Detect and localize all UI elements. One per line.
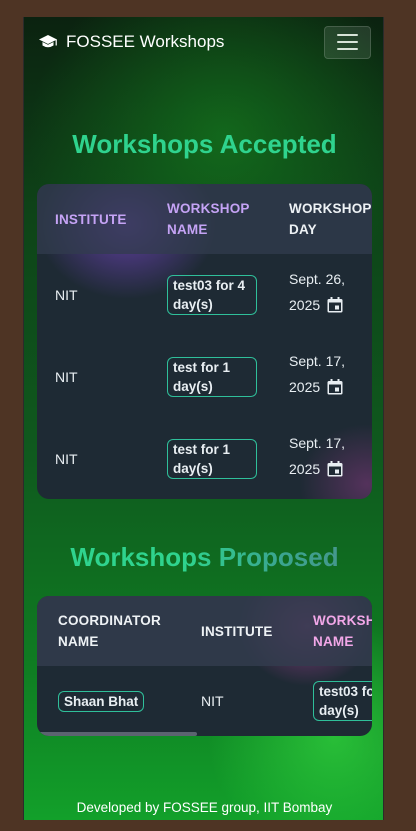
header-workshop-name: WORKSHOP NAME	[313, 613, 372, 649]
calendar-icon[interactable]	[326, 460, 344, 478]
cell-date-year: 2025	[289, 379, 321, 395]
coordinator-name-badge[interactable]: Shaan Bhat	[58, 690, 145, 712]
footer-text: Developed by FOSSEE group, IIT Bombay	[76, 800, 333, 815]
brand-link[interactable]: FOSSEE Workshops	[38, 32, 224, 52]
cell-institute: NIT	[55, 369, 78, 385]
proposed-section-title: Workshops Proposed	[24, 542, 383, 573]
workshop-name-badge[interactable]: test for 1 day(s)	[167, 439, 257, 479]
app-screen: FOSSEE Workshops Workshops Accepted INST…	[23, 17, 384, 820]
header-workshop-day: WORKSHOP DAY	[289, 201, 372, 237]
cell-date-year: 2025	[289, 297, 321, 313]
horizontal-scrollbar[interactable]	[37, 732, 197, 736]
header-workshop-name: WORKSHOP NAME	[167, 201, 250, 237]
navbar: FOSSEE Workshops	[24, 17, 383, 67]
table-row: Shaan Bhat NIT test03 for 4 day(s)	[37, 666, 372, 736]
table-row: NIT test for 1 day(s) Sept. 17, 2025	[37, 418, 372, 499]
hamburger-menu-icon	[337, 34, 358, 36]
cell-institute: NIT	[55, 451, 78, 467]
calendar-icon[interactable]	[326, 296, 344, 314]
cell-institute: NIT	[55, 287, 78, 303]
proposed-table-card: COORDINATOR NAME INSTITUTE WORKSHOP NAME…	[37, 596, 372, 736]
workshop-name-badge[interactable]: test for 1 day(s)	[167, 357, 257, 397]
accepted-section-title: Workshops Accepted	[72, 129, 337, 159]
table-row: NIT test for 1 day(s) Sept. 17, 2025	[37, 336, 372, 418]
header-institute: INSTITUTE	[55, 211, 127, 227]
header-coordinator-name: COORDINATOR NAME	[58, 613, 161, 649]
workshop-name-badge[interactable]: test03 for 4 day(s)	[167, 275, 257, 315]
brand-title: FOSSEE Workshops	[66, 32, 225, 51]
cell-date-line1: Sept. 17,	[289, 353, 346, 369]
navbar-toggler-button[interactable]	[324, 25, 371, 59]
cell-institute: NIT	[201, 693, 224, 709]
cell-date-year: 2025	[289, 461, 321, 477]
proposed-table-header: COORDINATOR NAME INSTITUTE WORKSHOP NAME	[37, 596, 372, 666]
accepted-table-header: INSTITUTE WORKSHOP NAME WORKSHOP DAY	[37, 184, 372, 254]
graduation-cap-icon	[39, 35, 57, 48]
calendar-icon[interactable]	[326, 378, 344, 396]
workshop-name-badge[interactable]: test03 for 4 day(s)	[313, 681, 372, 721]
cell-date-line1: Sept. 17,	[289, 435, 346, 451]
header-institute: INSTITUTE	[201, 623, 273, 639]
table-row: NIT test03 for 4 day(s) Sept. 26, 2025	[37, 254, 372, 336]
accepted-table-card: INSTITUTE WORKSHOP NAME WORKSHOP DAY NIT…	[37, 184, 372, 499]
cell-date-line1: Sept. 26,	[289, 271, 346, 287]
